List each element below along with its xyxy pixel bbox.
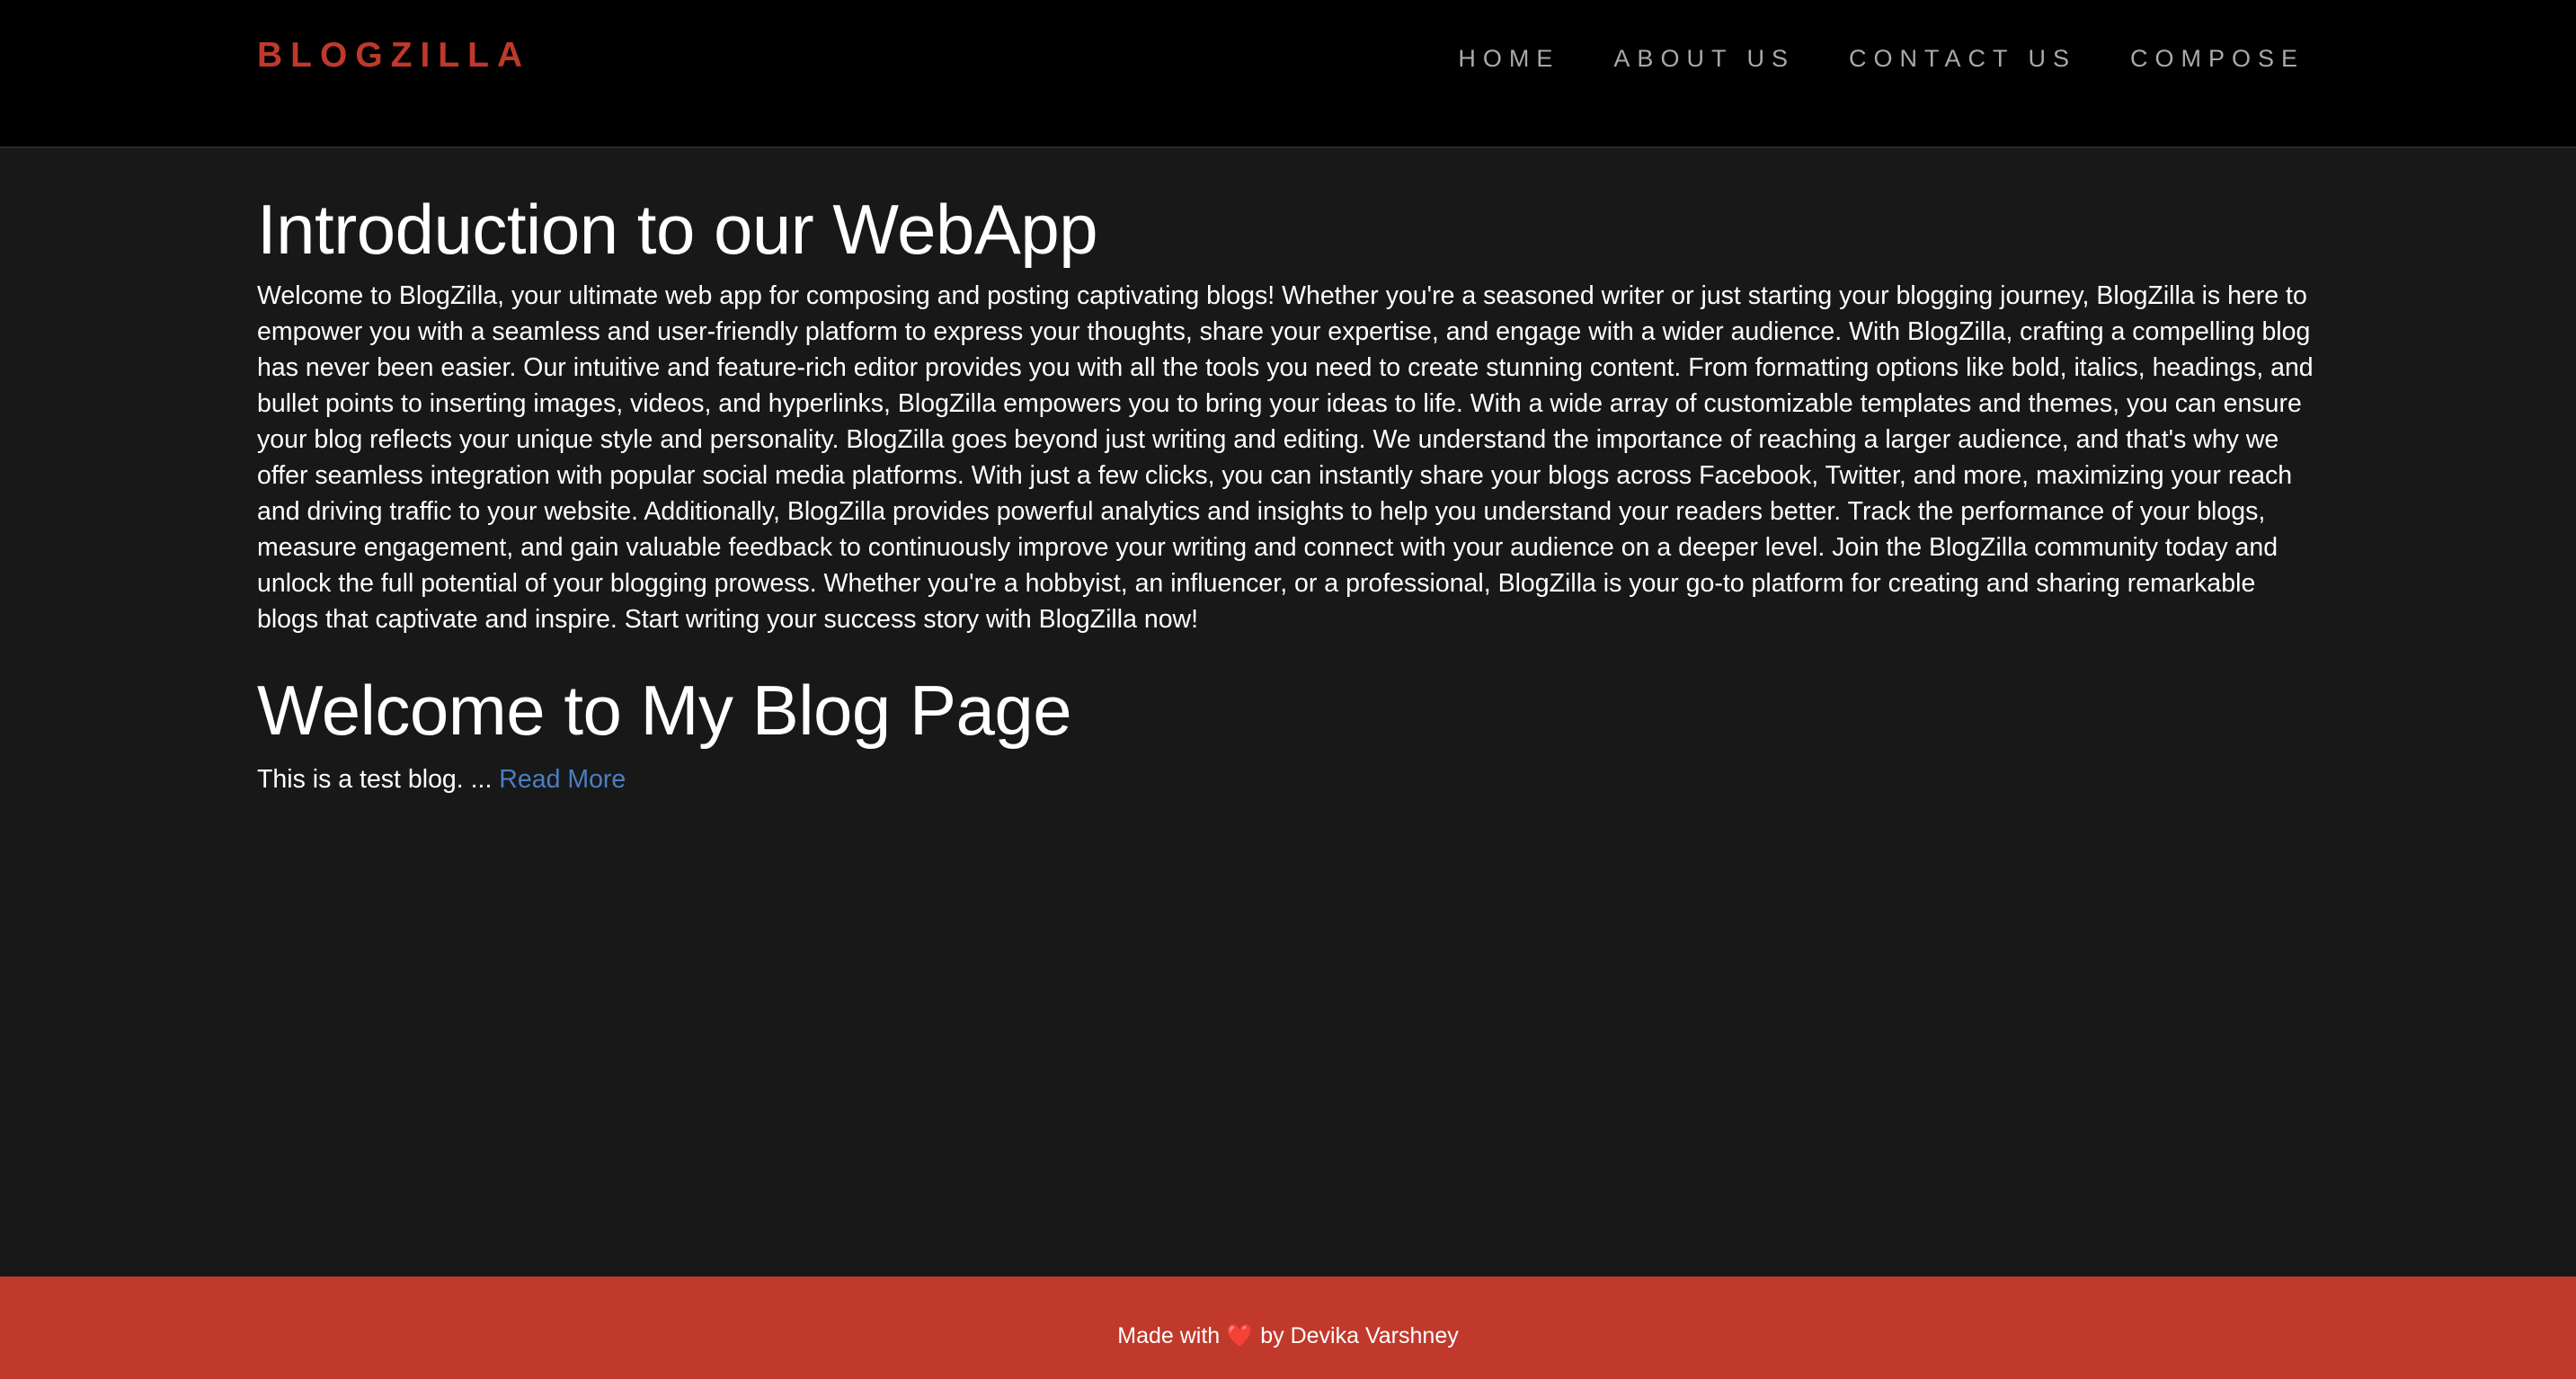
nav-link-compose[interactable]: COMPOSE	[2130, 45, 2305, 72]
nav-item-compose: COMPOSE	[2130, 45, 2305, 73]
nav-item-about-us: ABOUT US	[1613, 45, 1795, 73]
nav-item-contact-us: CONTACT US	[1849, 45, 2076, 73]
nav-item-home: HOME	[1458, 45, 1559, 73]
blog-post-excerpt-line: This is a test blog. ... Read More	[257, 761, 2315, 797]
main-content: Introduction to our WebApp Welcome to Bl…	[257, 190, 2315, 797]
blog-post: Welcome to My Blog Page This is a test b…	[257, 671, 2315, 797]
blog-post-excerpt: This is a test blog. ...	[257, 764, 493, 794]
nav-link-about-us[interactable]: ABOUT US	[1613, 45, 1795, 72]
nav-link-contact-us[interactable]: CONTACT US	[1849, 45, 2076, 72]
nav-link-home[interactable]: HOME	[1458, 45, 1559, 72]
footer-author: by Devika Varshney	[1260, 1323, 1459, 1348]
intro-title: Introduction to our WebApp	[257, 190, 1098, 269]
footer-made-with: Made with	[1117, 1323, 1221, 1348]
footer: Made with ❤️ by Devika Varshney	[0, 1277, 2576, 1379]
navbar: BLOGZILLA HOME ABOUT US CONTACT US COMPO…	[0, 0, 2576, 148]
nav-links: HOME ABOUT US CONTACT US COMPOSE	[1458, 45, 2305, 73]
read-more-link[interactable]: Read More	[499, 765, 626, 794]
brand-logo-link[interactable]: BLOGZILLA	[257, 36, 530, 76]
footer-credit: Made with ❤️ by Devika Varshney	[0, 1323, 2576, 1349]
intro-body: Welcome to BlogZilla, your ultimate web …	[257, 281, 2314, 635]
blog-post-title: Welcome to My Blog Page	[257, 671, 1072, 751]
heart-icon: ❤️	[1226, 1323, 1255, 1348]
